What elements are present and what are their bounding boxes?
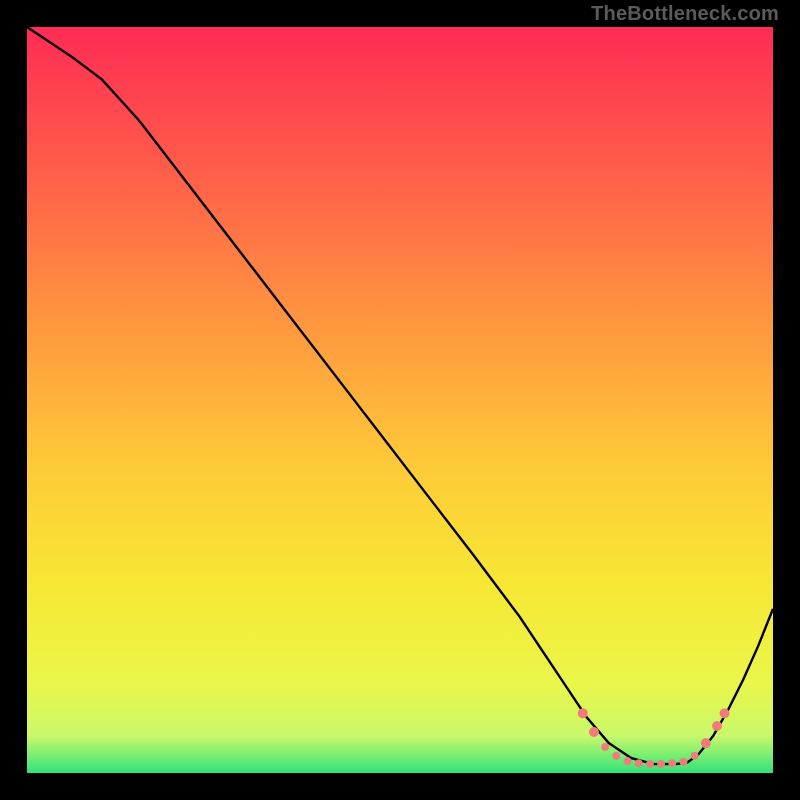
optimal-marker: [679, 758, 687, 766]
plot-area: [27, 27, 773, 773]
attribution-text: TheBottleneck.com: [591, 3, 779, 26]
optimal-marker: [701, 738, 711, 748]
optimal-marker: [635, 759, 643, 767]
optimal-marker: [646, 760, 654, 768]
optimal-marker: [578, 708, 588, 718]
optimal-marker: [601, 743, 609, 751]
chart-frame: TheBottleneck.com: [0, 0, 800, 800]
bottleneck-curve: [27, 27, 773, 773]
optimal-marker: [589, 727, 599, 737]
optimal-zone-markers: [578, 708, 730, 768]
optimal-marker: [712, 721, 722, 731]
optimal-marker: [720, 708, 730, 718]
optimal-marker: [612, 752, 620, 760]
optimal-marker: [691, 752, 699, 760]
optimal-marker: [624, 757, 632, 765]
optimal-marker: [668, 759, 676, 767]
optimal-marker: [657, 760, 665, 768]
